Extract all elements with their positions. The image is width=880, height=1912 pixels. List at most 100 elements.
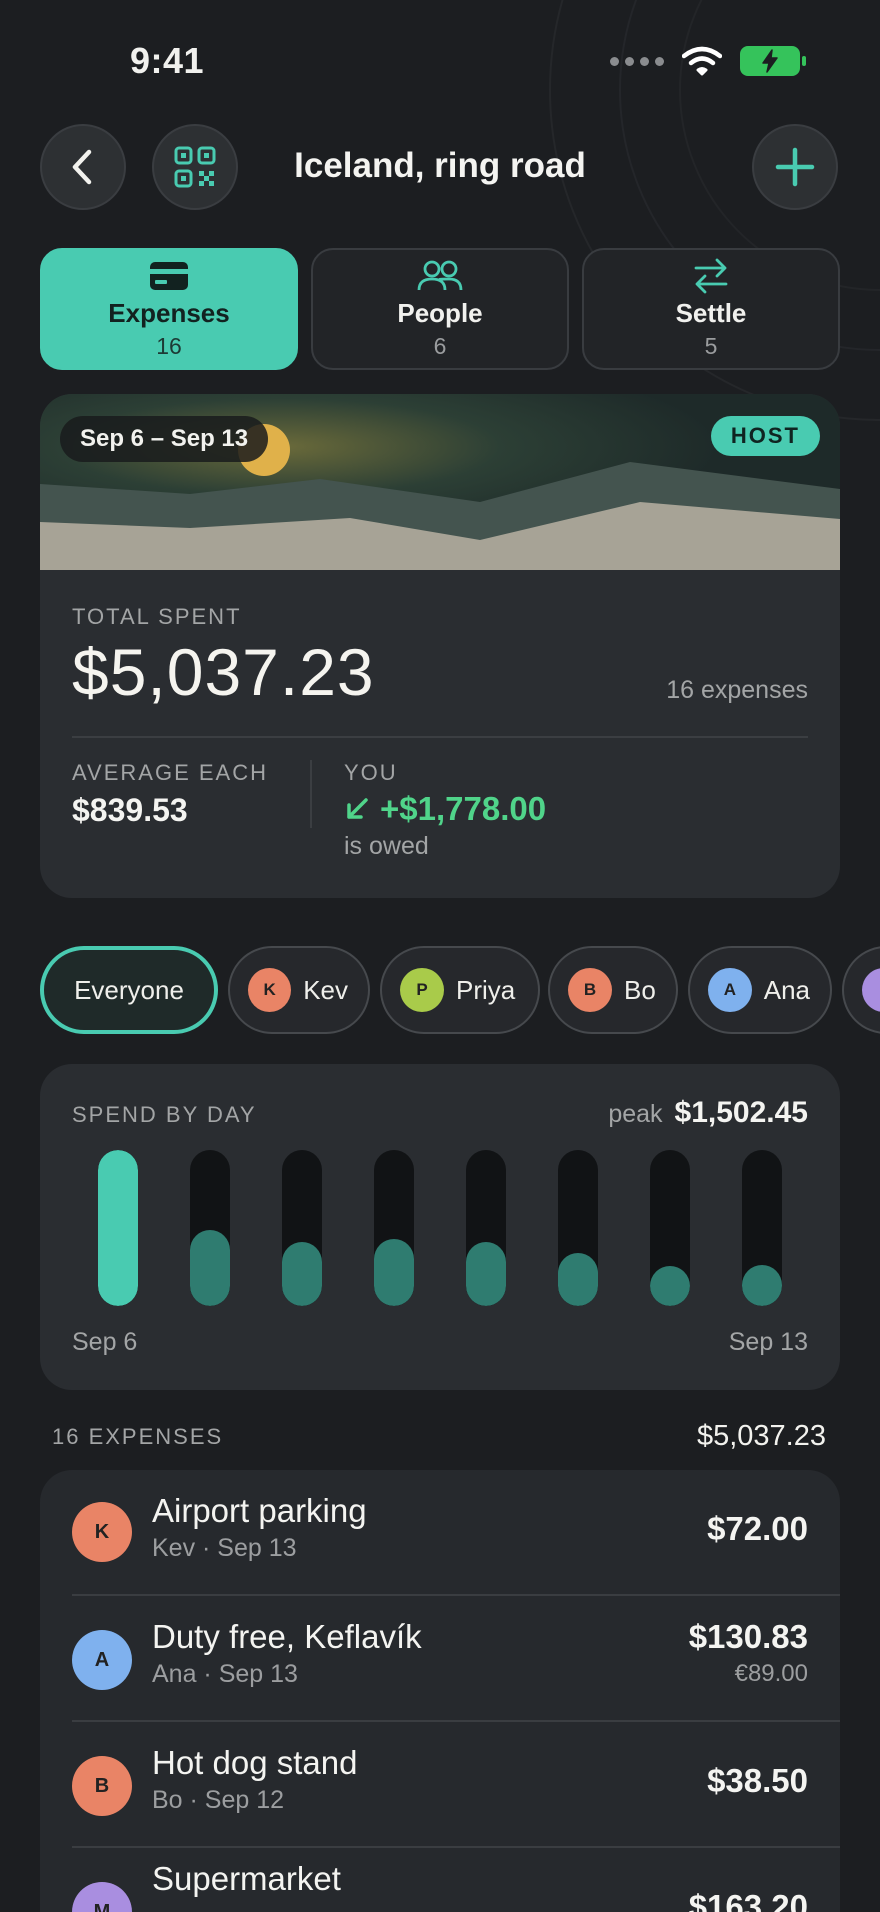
status-time: 9:41 [130,40,205,81]
peak-label: peak [608,1100,663,1128]
you-balance-caption: is owed [344,832,429,860]
average-each-label: AVERAGE EACH [72,760,268,785]
expense-amount: $38.50 [707,1762,808,1799]
avatar: K [72,1502,132,1562]
filter-chip-everyone[interactable]: Everyone [40,946,218,1034]
expense-meta: Ana · Sep 13 [152,1660,298,1688]
expense-title: Duty free, Keflavík [152,1618,422,1655]
back-button[interactable] [40,124,126,210]
day-bar [98,1150,138,1306]
day-bar-track [190,1150,230,1306]
status-icons [610,46,806,76]
avatar: P [400,968,444,1012]
spend-by-day-label: SPEND BY DAY [72,1102,257,1127]
trip-summary-card: Sep 6 – Sep 13 HOST TOTAL SPENT $5,037.2… [40,394,840,898]
status-bar: 9:41 [0,0,880,120]
expense-count: 16 expenses [666,676,808,704]
expense-list: K Airport parking Kev · Sep 13 $72.00 A … [40,1470,840,1912]
avatar: B [568,968,612,1012]
signal-dots-icon [610,56,664,66]
peak-spend: peak $1,502.45 [608,1096,808,1130]
average-each-value: $839.53 [72,792,188,828]
filter-chip-priya[interactable]: P Priya [380,946,540,1034]
avatar: M [72,1882,132,1912]
day-bar-track [742,1150,782,1306]
expense-amount: $72.00 [707,1510,808,1547]
tab-people-count: 6 [433,333,447,359]
avatar [862,968,880,1012]
trip-title: Iceland, ring road [294,146,586,185]
you-balance: +$1,778.00 [344,790,546,828]
people-icon [417,260,463,291]
tab-settle-count: 5 [704,333,718,359]
filter-chip-label: Ana [763,974,810,1005]
host-badge: HOST [710,416,820,456]
peak-value: $1,502.45 [674,1096,808,1129]
total-spent-amount: $5,037.23 [72,635,375,709]
day-bar-track [98,1150,138,1306]
total-spent-label: TOTAL SPENT [72,604,242,629]
filter-chip-kev[interactable]: K Kev [228,946,370,1034]
daily-spend-bars [40,1150,840,1306]
day-bar [466,1242,506,1306]
day-bar-track [558,1150,598,1306]
day-bar [742,1265,782,1306]
swap-arrows-icon [694,258,728,294]
date-range-pill: Sep 6 – Sep 13 [60,416,269,462]
list-item[interactable]: B Hot dog stand Bo · Sep 12 $38.50 [40,1722,840,1848]
filter-chip-label: Kev [303,974,348,1005]
qr-code-icon [174,146,216,188]
expense-title: Supermarket [152,1860,341,1897]
tab-expenses[interactable]: Expenses 16 [40,248,298,370]
expense-title: Hot dog stand [152,1744,358,1781]
filter-chip-bo[interactable]: B Bo [548,946,678,1034]
wifi-icon [682,46,722,76]
summary-vertical-divider [310,760,312,828]
expense-list-heading: 16 EXPENSES [52,1424,224,1449]
day-bar-track [282,1150,322,1306]
avatar: B [72,1756,132,1816]
arrow-down-left-icon [347,798,368,819]
tab-expenses-count: 16 [156,333,182,359]
day-bar [190,1230,230,1306]
battery-icon [740,46,806,76]
expense-title: Airport parking [152,1492,367,1529]
chevron-left-icon [72,149,92,185]
expense-amount: $163.20 [688,1888,808,1912]
tab-settle-label: Settle [675,298,747,328]
summary-divider [72,736,808,738]
filter-chip-more[interactable] [842,946,880,1034]
spend-by-day-card: SPEND BY DAY peak $1,502.45 Sep 6 Sep 13 [40,1064,840,1390]
day-bar [374,1239,414,1306]
plus-icon [775,147,815,187]
tab-expenses-label: Expenses [108,298,230,328]
you-label: YOU [344,760,398,785]
day-bar [282,1242,322,1306]
avatar: A [72,1630,132,1690]
day-bar [650,1266,690,1306]
avatar: K [248,968,292,1012]
filter-chip-label: Priya [456,974,516,1005]
you-balance-value: +$1,778.00 [380,790,547,827]
filter-chip-ana[interactable]: A Ana [688,946,832,1034]
tab-people[interactable]: People 6 [311,248,569,370]
day-bar-track [650,1150,690,1306]
expense-original-amount: €89.00 [734,1660,808,1687]
list-item[interactable]: K Airport parking Kev · Sep 13 $72.00 [40,1470,840,1596]
list-item[interactable]: A Duty free, Keflavík Ana · Sep 13 $130.… [40,1596,840,1722]
last-day-label: Sep 13 [728,1328,808,1356]
filter-chip-label: Everyone [74,974,184,1005]
list-item[interactable]: M Supermarket $163.20 [40,1848,840,1912]
expense-meta: Kev · Sep 13 [152,1534,297,1562]
avatar: A [708,968,752,1012]
day-bar-track [374,1150,414,1306]
tab-settle[interactable]: Settle 5 [582,248,840,370]
expense-list-total: $5,037.23 [696,1420,826,1452]
day-bar-track [466,1150,506,1306]
add-expense-button[interactable] [752,124,838,210]
day-bar [558,1253,598,1306]
qr-code-button[interactable] [152,124,238,210]
first-day-label: Sep 6 [72,1328,138,1356]
tab-people-label: People [397,298,483,328]
person-filter-bar: Everyone K Kev P Priya B Bo A Ana [40,946,880,1036]
